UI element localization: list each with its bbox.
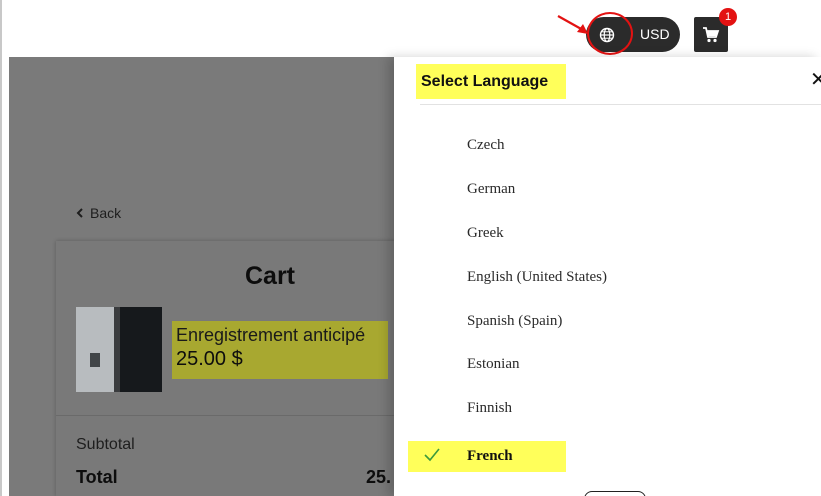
window-edge	[0, 0, 2, 496]
language-option-greek[interactable]: Greek	[467, 225, 504, 242]
language-option-spanish-spain[interactable]: Spanish (Spain)	[467, 313, 562, 330]
panel-divider	[420, 104, 821, 105]
panel-title: Select Language	[416, 64, 566, 99]
language-option-french-label[interactable]: French	[467, 448, 513, 465]
annotation-arrow	[557, 15, 588, 34]
cart-icon	[703, 26, 720, 42]
total-label: Total	[76, 467, 118, 487]
language-option-english-us[interactable]: English (United States)	[467, 269, 607, 286]
close-button[interactable]: ✕	[810, 68, 821, 92]
panel-action-button[interactable]	[584, 491, 646, 496]
check-icon	[424, 448, 440, 462]
divider	[56, 415, 409, 416]
product-price: 25.00 $	[176, 348, 243, 370]
currency-label[interactable]: USD	[640, 17, 670, 52]
subtotal-label: Subtotal	[76, 436, 135, 453]
cart-count-badge: 1	[719, 8, 737, 26]
language-option-estonian[interactable]: Estonian	[467, 356, 520, 373]
back-label: Back	[90, 205, 122, 221]
language-option-czech[interactable]: Czech	[467, 137, 504, 154]
annotation-circle	[587, 12, 633, 55]
back-link[interactable]: Back	[76, 205, 121, 221]
language-option-finnish[interactable]: Finnish	[467, 400, 512, 417]
language-panel	[394, 57, 821, 496]
language-option-german[interactable]: German	[467, 181, 515, 198]
product-name: Enregistrement anticipé	[176, 325, 366, 345]
product-image	[76, 307, 162, 392]
total-value: 25.	[366, 467, 392, 487]
chevron-left-icon	[76, 208, 83, 218]
